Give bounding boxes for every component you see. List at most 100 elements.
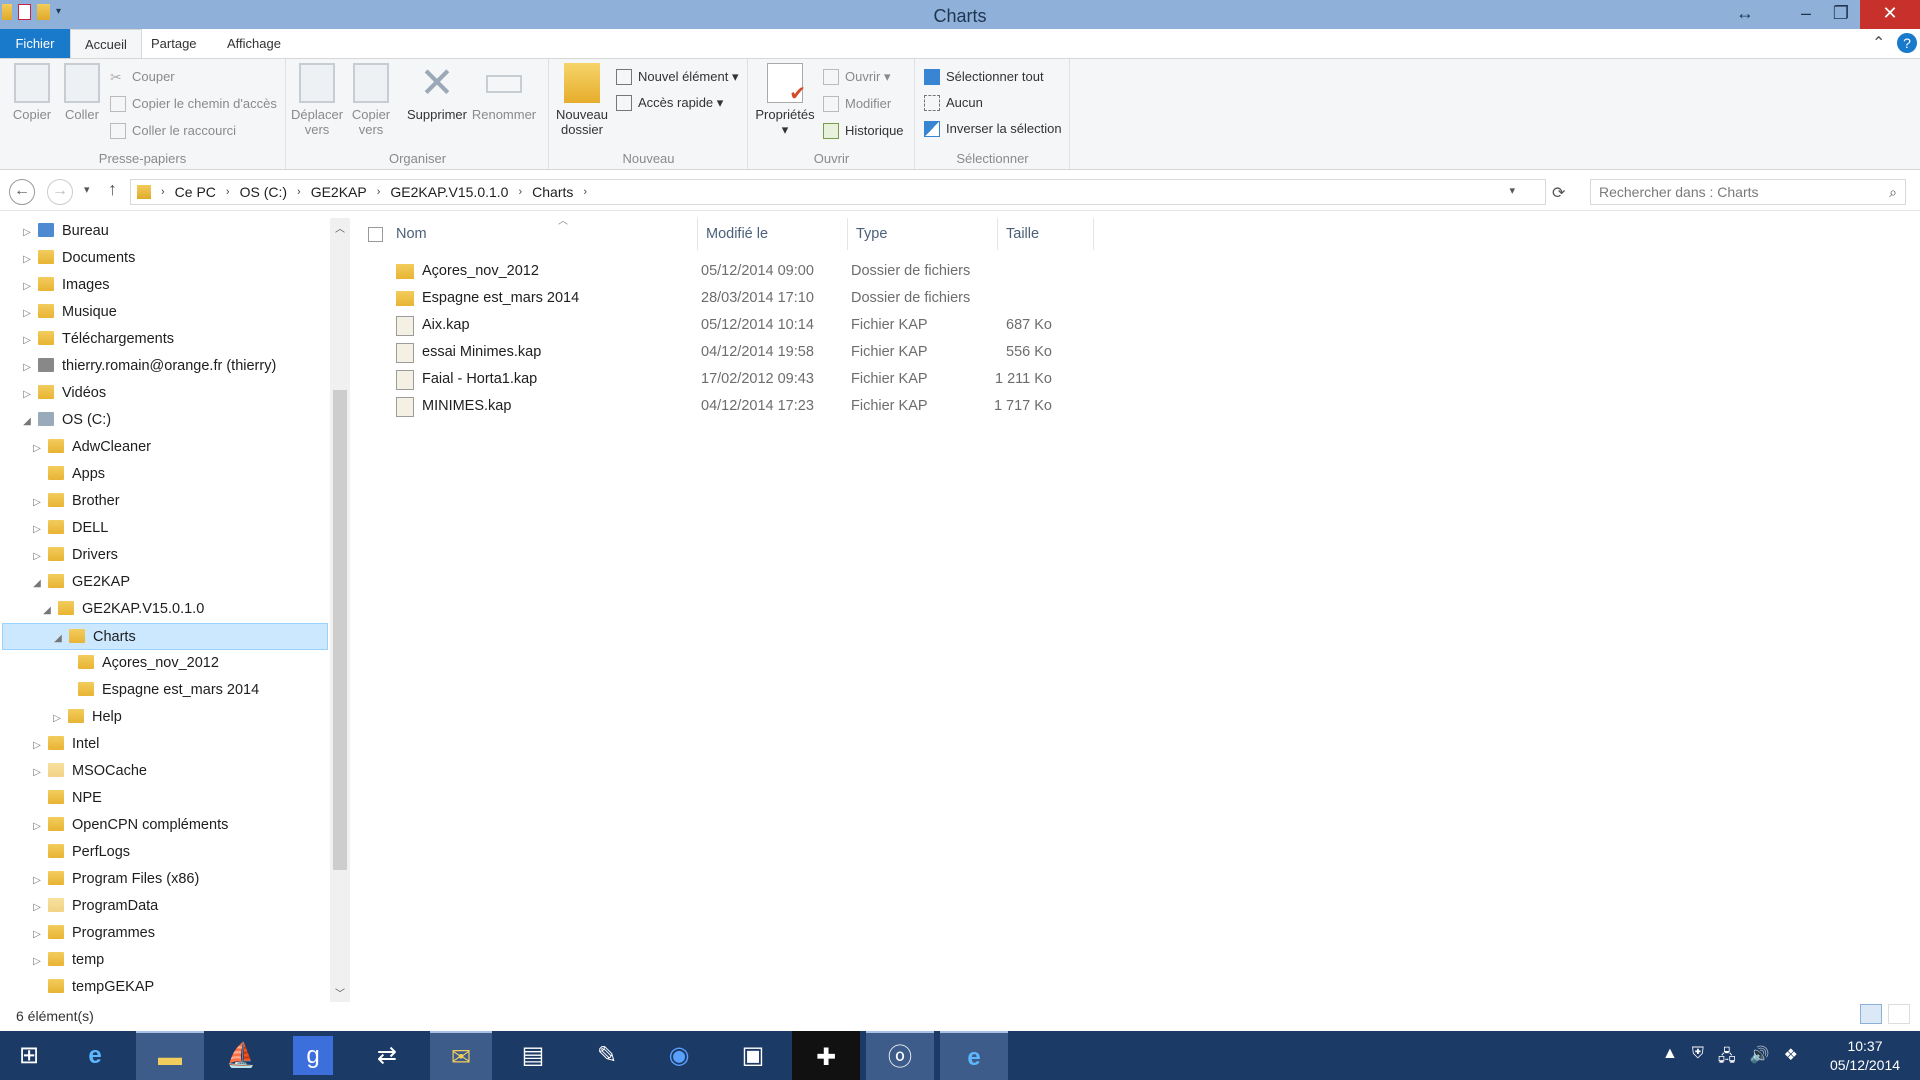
tool-app-icon[interactable]: ✎: [580, 1031, 634, 1080]
scrollbar-thumb[interactable]: [333, 390, 347, 870]
coller-button[interactable]: Coller: [56, 63, 108, 122]
selectionner-tout-button[interactable]: Sélectionner tout: [924, 67, 1044, 87]
tree-item[interactable]: ▷ MSOCache: [30, 758, 147, 785]
breadcrumb-os-c[interactable]: OS (C:): [234, 184, 293, 200]
coller-raccourci-button[interactable]: Coller le raccourci: [110, 121, 236, 141]
tree-item[interactable]: ▷ Program Files (x86): [30, 866, 199, 893]
file-row[interactable]: Aix.kap 05/12/2014 10:14 Fichier KAP 687…: [352, 312, 1112, 339]
address-bar[interactable]: › Ce PC › OS (C:) › GE2KAP › GE2KAP.V15.…: [130, 179, 1546, 205]
plus-app-icon[interactable]: ✚: [792, 1031, 860, 1080]
maximize-button[interactable]: ❐: [1818, 0, 1864, 29]
internet-explorer-icon[interactable]: e: [68, 1031, 122, 1080]
document-app-icon[interactable]: ▤: [506, 1031, 560, 1080]
file-row[interactable]: Faial - Horta1.kap 17/02/2012 09:43 Fich…: [352, 366, 1112, 393]
tree-item[interactable]: ▷ OpenCPN compléments: [30, 812, 228, 839]
dropbox-icon[interactable]: ❖: [1784, 1045, 1798, 1072]
tree-item[interactable]: ▷ thierry.romain@orange.fr (thierry): [20, 353, 276, 380]
tree-item[interactable]: ▷ Documents: [20, 245, 135, 272]
tree-item[interactable]: ▷ ProgramData: [30, 893, 158, 920]
tree-item[interactable]: ▷ temp: [30, 947, 104, 974]
resize-icon[interactable]: ↔: [1722, 0, 1768, 29]
tree-item[interactable]: ◢ OS (C:): [20, 407, 111, 434]
file-row[interactable]: MINIMES.kap 04/12/2014 17:23 Fichier KAP…: [352, 393, 1112, 420]
column-header-type[interactable]: Type: [848, 218, 998, 250]
tree-item[interactable]: tempGEKAP: [30, 974, 154, 1001]
historique-button[interactable]: Historique: [823, 121, 904, 141]
modifier-button[interactable]: Modifier: [823, 94, 891, 114]
file-row[interactable]: essai Minimes.kap 04/12/2014 19:58 Fichi…: [352, 339, 1112, 366]
supprimer-button[interactable]: ✕ Supprimer: [405, 62, 469, 123]
mail-icon[interactable]: ✉: [430, 1031, 492, 1080]
network-icon[interactable]: 🖧: [1718, 1045, 1736, 1072]
file-explorer-icon[interactable]: ▬: [136, 1031, 204, 1080]
tree-item[interactable]: ▷ DELL: [30, 515, 108, 542]
column-header-size[interactable]: Taille: [998, 218, 1094, 250]
tab-affichage[interactable]: Affichage: [213, 29, 295, 58]
tree-item[interactable]: ◢ GE2KAP.V15.0.1.0: [40, 596, 204, 623]
tab-accueil[interactable]: Accueil: [70, 29, 142, 58]
tree-item[interactable]: ▷ Téléchargements: [20, 326, 174, 353]
kap-viewer-icon[interactable]: ⓞ: [866, 1031, 934, 1080]
tree-item[interactable]: ▷ Musique: [20, 299, 117, 326]
refresh-icon[interactable]: ⟳: [1552, 183, 1565, 203]
copier-chemin-button[interactable]: Copier le chemin d'accès: [110, 94, 277, 114]
acces-rapide-button[interactable]: Accès rapide ▾: [616, 93, 723, 113]
breadcrumb-ce-pc[interactable]: Ce PC: [169, 184, 222, 200]
breadcrumb-ge2kap-version[interactable]: GE2KAP.V15.0.1.0: [384, 184, 514, 200]
tree-item[interactable]: Açores_nov_2012: [60, 650, 219, 677]
tree-item[interactable]: PerfLogs: [30, 839, 130, 866]
tree-item[interactable]: Apps: [30, 461, 105, 488]
tab-partage[interactable]: Partage: [137, 29, 211, 58]
details-view-icon[interactable]: [1860, 1004, 1882, 1024]
tree-item[interactable]: ▷ AdwCleaner: [30, 434, 151, 461]
tree-item[interactable]: ▷ Images: [20, 272, 110, 299]
column-header-modified[interactable]: Modifié le: [698, 218, 848, 250]
back-button[interactable]: ←: [9, 179, 35, 205]
navigation-scrollbar[interactable]: ︿ ﹀: [330, 218, 350, 1002]
scroll-down-icon[interactable]: ﹀: [335, 985, 345, 1000]
help-icon[interactable]: ?: [1897, 33, 1917, 53]
file-row[interactable]: Açores_nov_2012 05/12/2014 09:00 Dossier…: [352, 258, 1112, 285]
file-row[interactable]: Espagne est_mars 2014 28/03/2014 17:10 D…: [352, 285, 1112, 312]
tree-item[interactable]: ▷ Programmes: [30, 920, 155, 947]
volume-icon[interactable]: 🔊: [1750, 1045, 1770, 1072]
deplacer-vers-button[interactable]: Déplacer vers: [291, 63, 343, 137]
breadcrumb-charts[interactable]: Charts: [526, 184, 579, 200]
copier-vers-button[interactable]: Copier vers: [345, 63, 397, 137]
inverser-selection-button[interactable]: Inverser la sélection: [924, 119, 1062, 139]
google-icon[interactable]: g: [293, 1036, 333, 1075]
ouvrir-button[interactable]: Ouvrir ▾: [823, 67, 891, 87]
start-button[interactable]: ⊞: [2, 1031, 56, 1080]
close-button[interactable]: ✕: [1860, 0, 1920, 29]
up-arrow-icon[interactable]: ↑: [108, 179, 117, 200]
tree-item[interactable]: NPE: [30, 785, 102, 812]
renommer-button[interactable]: Renommer: [471, 63, 537, 122]
taskbar-clock[interactable]: 10:37 05/12/2014: [1820, 1037, 1910, 1075]
couper-button[interactable]: ✂ Couper: [110, 67, 175, 87]
tree-item[interactable]: ▷ Bureau: [20, 218, 109, 245]
collapse-ribbon-icon[interactable]: ⌃: [1872, 33, 1885, 53]
aucun-button[interactable]: Aucun: [924, 93, 983, 113]
copier-button[interactable]: Copier: [6, 63, 58, 122]
tree-item-selected[interactable]: ◢ Charts: [2, 623, 328, 650]
tree-item[interactable]: ▷ Vidéos: [20, 380, 106, 407]
nouvel-element-button[interactable]: Nouvel élément ▾: [616, 67, 738, 87]
show-hidden-icons-icon[interactable]: ▲: [1662, 1045, 1678, 1072]
address-dropdown-icon[interactable]: ▾: [1509, 184, 1515, 197]
search-input[interactable]: Rechercher dans : Charts ⌕: [1590, 179, 1906, 205]
tree-item[interactable]: ▷ Help: [50, 704, 122, 731]
breadcrumb-ge2kap[interactable]: GE2KAP: [305, 184, 373, 200]
recent-locations-icon[interactable]: ▾: [84, 183, 90, 196]
notepad-app-icon[interactable]: ▣: [726, 1031, 780, 1080]
tree-item[interactable]: Espagne est_mars 2014: [60, 677, 259, 704]
security-shield-icon[interactable]: ⛨: [1692, 1045, 1704, 1072]
proprietes-button[interactable]: ✔ Propriétés ▾: [753, 63, 817, 138]
tab-fichier[interactable]: Fichier: [0, 29, 70, 58]
tree-item[interactable]: ◢ GE2KAP: [30, 569, 130, 596]
sailing-app-icon[interactable]: ⛵: [214, 1031, 268, 1080]
internet-explorer-icon[interactable]: e: [940, 1031, 1008, 1080]
scroll-up-icon[interactable]: ︿: [335, 220, 345, 235]
nouveau-dossier-button[interactable]: Nouveau dossier: [554, 63, 610, 137]
teamviewer-icon[interactable]: ⇄: [360, 1031, 414, 1080]
tree-item[interactable]: ▷ Intel: [30, 731, 99, 758]
